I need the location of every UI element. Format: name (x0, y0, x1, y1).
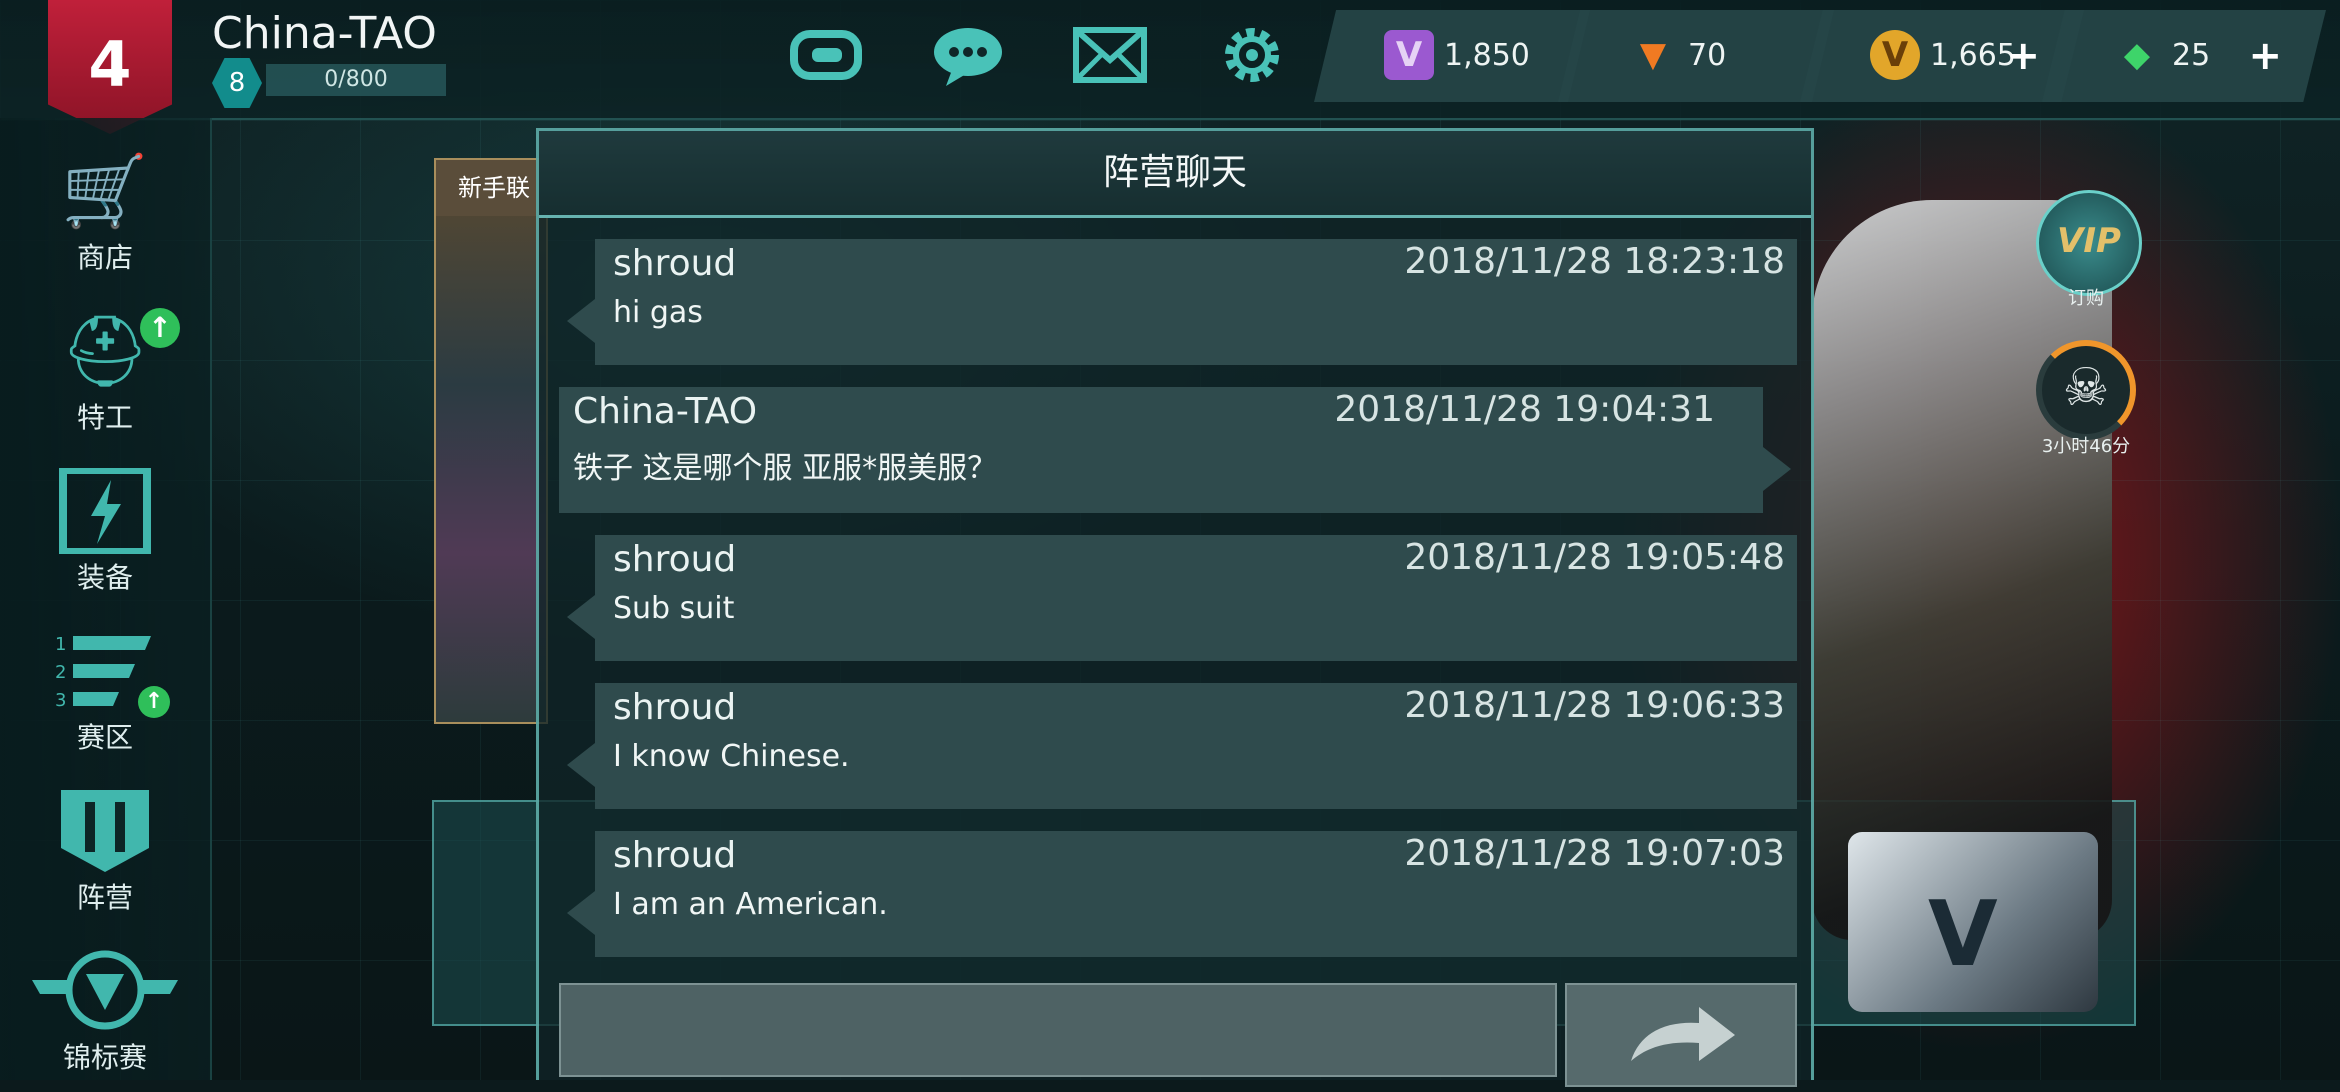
nav-item-division[interactable]: 1 2 3 ↑ 赛区 (0, 598, 210, 758)
message-sender: shroud (613, 243, 737, 284)
message-time: 2018/11/28 19:04:31 (1334, 389, 1715, 430)
message-time: 2018/11/28 19:05:48 (1404, 537, 1785, 578)
nav-item-label: 商店 (76, 241, 133, 274)
chat-input[interactable] (559, 983, 1557, 1077)
chat-title: 阵营聊天 (539, 131, 1811, 218)
currency-purple-value: 1,850 (1444, 38, 1530, 73)
vip-icon: VIP (2057, 221, 2121, 261)
chat-message: shroud 2018/11/28 19:06:33 I know Chines… (567, 683, 1797, 809)
diamond-currency-icon: ◆ (2123, 35, 2151, 75)
orange-v-currency-icon: ▼ (1639, 35, 1667, 75)
agent-character (1812, 200, 2112, 940)
currency-orange[interactable]: ▼ 70 (1558, 10, 1834, 102)
message-text: 铁子 这是哪个服 亚服*服美服？ (573, 451, 998, 486)
chat-message: shroud 2018/11/28 19:05:48 Sub suit (567, 535, 1797, 661)
cart-icon: 🛒 (61, 150, 149, 232)
timer-skull-button[interactable]: ☠ (2036, 340, 2136, 440)
vip-button[interactable]: VIP (2036, 190, 2142, 296)
nav-item-label: 装备 (76, 561, 133, 594)
mail-icon[interactable] (1072, 22, 1148, 88)
equipment-icon (55, 466, 155, 556)
send-button[interactable] (1565, 983, 1797, 1087)
tournament-icon (30, 948, 180, 1034)
vip-label: 订购 (2068, 288, 2104, 309)
skull-icon: ☠ (2062, 358, 2110, 418)
nav-item-tournament[interactable]: 锦标赛 (0, 918, 210, 1078)
faction-logo[interactable]: 4 (48, 0, 172, 134)
chat-message: shroud 2018/11/28 19:07:03 I am an Ameri… (567, 831, 1797, 957)
chat-icon[interactable] (930, 22, 1006, 88)
message-text: I know Chinese. (613, 739, 850, 774)
add-gold-button[interactable]: + (2006, 10, 2040, 102)
player-name: China-TAO (212, 8, 437, 59)
svg-text:1: 1 (55, 634, 66, 655)
gold-v-currency-icon: V (1870, 30, 1920, 80)
crate-v-logo-icon: V (1928, 882, 1998, 987)
nav-item-agents[interactable]: ⛑ ↑ 特工 (0, 278, 210, 438)
message-time: 2018/11/28 19:06:33 (1404, 685, 1785, 726)
currency-orange-value: 70 (1688, 38, 1727, 73)
faction-chat-dialog: 阵营聊天 shroud 2018/11/28 18:23:18 hi gas C… (536, 128, 1814, 1087)
xp-progress-bar: 0/800 (266, 64, 446, 96)
left-nav: 🛒 商店 ⛑ ↑ 特工 装备 1 2 3 ↑ 赛区 阵营 锦标赛 (0, 118, 212, 1080)
message-text: Sub suit (613, 591, 735, 626)
nav-item-label: 锦标赛 (62, 1041, 147, 1074)
message-sender: shroud (613, 687, 737, 728)
nav-item-equipment[interactable]: 装备 (0, 438, 210, 598)
chat-message: shroud 2018/11/28 18:23:18 hi gas (567, 239, 1797, 365)
svg-text:3: 3 (55, 690, 66, 711)
settings-icon[interactable] (1214, 22, 1290, 88)
message-time: 2018/11/28 18:23:18 (1404, 241, 1785, 282)
nav-item-faction[interactable]: 阵营 (0, 758, 210, 918)
currency-diamond-value: 25 (2172, 38, 2211, 73)
currency-gold-value: 1,665 (1930, 38, 2016, 73)
faction-logo-glyph: 4 (88, 28, 132, 101)
message-time: 2018/11/28 19:07:03 (1404, 833, 1785, 874)
division-up-badge-icon: ↑ (138, 686, 170, 718)
send-arrow-icon (1631, 1007, 1735, 1061)
reward-crate[interactable]: V (1848, 832, 2098, 1012)
nav-item-label: 阵营 (76, 881, 133, 914)
message-text: I am an American. (613, 887, 888, 922)
currency-gold[interactable]: V 1,665 + (1800, 10, 2084, 102)
add-diamond-button[interactable]: + (2248, 10, 2282, 102)
purple-v-currency-icon: V (1384, 30, 1434, 80)
upgrade-badge-icon: ↑ (140, 308, 180, 348)
top-bar: 4 China-TAO 8 0/800 V 1,850 ▼ 70 V 1,665… (0, 0, 2340, 134)
svg-text:2: 2 (55, 662, 66, 683)
message-sender: shroud (613, 835, 737, 876)
player-level-badge: 8 (212, 58, 262, 108)
nav-item-label: 特工 (76, 401, 133, 434)
chat-message-own: China-TAO 2018/11/28 19:04:31 铁子 这是哪个服 亚… (559, 387, 1791, 513)
nav-item-label: 赛区 (76, 721, 133, 754)
faction-icon (55, 788, 155, 874)
message-sender: China-TAO (573, 391, 758, 432)
currency-purple[interactable]: V 1,850 (1314, 10, 1590, 102)
timer-label: 3小时46分 (2041, 436, 2131, 457)
nav-item-store[interactable]: 🛒 商店 (0, 118, 210, 278)
gameloft-icon[interactable] (788, 22, 864, 88)
message-sender: shroud (613, 539, 737, 580)
message-text: hi gas (613, 295, 703, 330)
currency-diamond[interactable]: ◆ 25 + (2042, 10, 2326, 102)
event-panel[interactable]: 新手联 (434, 158, 548, 724)
event-panel-title: 新手联 (436, 160, 546, 216)
